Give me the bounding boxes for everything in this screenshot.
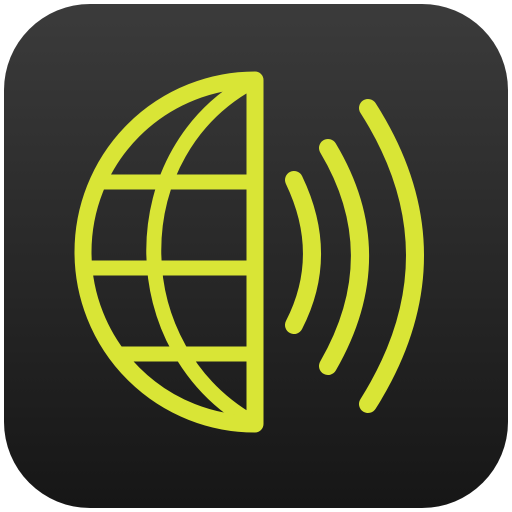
app-icon-canvas [0, 0, 512, 512]
app-icon-graphic [4, 4, 508, 508]
app-icon[interactable] [0, 0, 512, 512]
